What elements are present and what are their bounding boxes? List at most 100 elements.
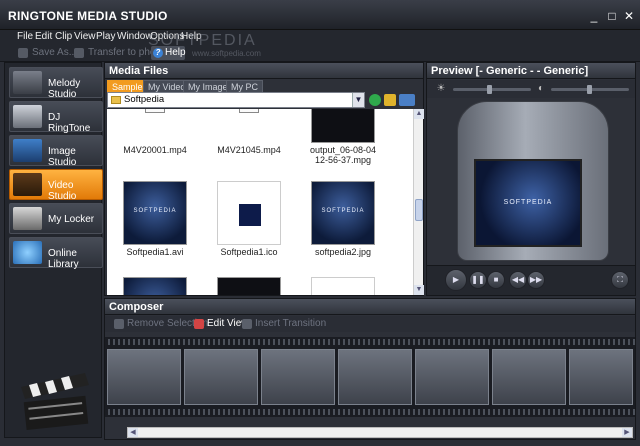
file-name: output_06-08-04 12-56-37.mpg (309, 145, 377, 165)
timeline-slot[interactable] (261, 349, 335, 405)
menu-clip[interactable]: Clip (55, 31, 72, 42)
sidebar-item-melody-studio[interactable]: Melody Studio (9, 67, 103, 100)
file-item[interactable] (303, 275, 383, 295)
clapperboard-icon (21, 373, 89, 431)
back-icon[interactable] (369, 94, 381, 106)
media-files-title: Media Files (105, 63, 423, 79)
menu-file[interactable]: File (17, 31, 33, 42)
screen-text: SOFTPEDIA (503, 199, 553, 206)
sidebar-item-label: My Locker (48, 214, 95, 225)
sidebar-item-label: Video Studio (48, 180, 77, 202)
timeline-slot[interactable] (184, 349, 258, 405)
stop-button[interactable]: ■ (487, 271, 505, 289)
folder-path-select[interactable]: Softpedia ▼ (107, 92, 365, 108)
timeline-slot[interactable] (107, 349, 181, 405)
pause-button[interactable]: ❚❚ (469, 271, 487, 289)
image-thumbnail: SOFTPEDIA (311, 181, 375, 245)
menu-view[interactable]: View (74, 31, 96, 42)
icon-thumbnail (217, 181, 281, 245)
file-item[interactable] (115, 275, 195, 295)
thumbnail-text: SOFTPEDIA (321, 208, 365, 214)
file-item[interactable]: M4V21045.mp4 (209, 109, 289, 179)
tab-my-pc[interactable]: My PC (226, 80, 263, 92)
image-thumbnail (311, 277, 375, 295)
turntable-icon (13, 105, 42, 128)
menu-bar: File Edit Clip View Play Window Options … (0, 30, 640, 44)
image-icon (13, 139, 42, 162)
insert-transition-button[interactable]: Insert Transition (241, 317, 326, 331)
globe-icon (13, 241, 42, 264)
sidebar: Melody Studio DJ RingTone Image Studio V… (4, 62, 103, 438)
video-file-icon (217, 109, 281, 143)
file-item[interactable]: M4V20001.mp4 (115, 109, 195, 179)
play-button[interactable]: ▶ (445, 269, 467, 291)
fullscreen-button[interactable]: ⛶ (611, 271, 629, 289)
chevron-down-icon[interactable]: ▼ (352, 93, 364, 107)
video-file-icon (123, 109, 187, 143)
file-item[interactable]: SOFTPEDIA Softpedia1.avi (115, 179, 195, 279)
timeline-slot[interactable] (338, 349, 412, 405)
folder-icon (111, 96, 121, 104)
file-item[interactable]: output_06-08-04 12-56-37.mpg (303, 109, 383, 179)
edit-view-icon (194, 319, 204, 329)
media-scrollbar[interactable]: ▲ ▼ (413, 109, 424, 295)
preview-adjustments: ☀ ◐ (427, 80, 635, 98)
sidebar-item-image-studio[interactable]: Image Studio (9, 135, 103, 168)
preview-title: Preview [- Generic - - Generic] (427, 63, 635, 79)
scroll-thumb[interactable] (415, 199, 423, 221)
media-tabs: Samples My Videos My Images My PC (105, 80, 423, 92)
timeline-slot[interactable] (569, 349, 633, 405)
file-item[interactable]: Softpedia1.ico (209, 179, 289, 279)
playback-controls: ▶ ❚❚ ■ ◀◀ ▶▶ ⛶ (427, 265, 635, 295)
media-file-grid: M4V20001.mp4 M4V21045.mp4 output_06-08-0… (107, 109, 413, 295)
save-as-button[interactable]: Save As... (18, 46, 77, 60)
composer-title: Composer (105, 299, 635, 315)
contrast-slider[interactable] (551, 85, 629, 94)
melody-icon (13, 71, 42, 94)
preview-panel: Preview [- Generic - - Generic] ☀ ◐ SOFT… (426, 62, 636, 296)
composer-panel: Composer Remove Selection Edit View Inse… (104, 298, 636, 440)
save-as-label: Save As... (32, 47, 78, 58)
transition-icon (242, 319, 252, 329)
file-name: M4V20001.mp4 (123, 145, 187, 155)
sidebar-item-label: Online Library (48, 248, 79, 270)
file-name: Softpedia1.avi (126, 247, 184, 257)
video-thumbnail: SOFTPEDIA (123, 181, 187, 245)
scroll-up-icon[interactable]: ▲ (414, 109, 424, 119)
close-button[interactable]: ✕ (621, 9, 637, 23)
sidebar-item-online-library[interactable]: Online Library (9, 237, 103, 270)
save-icon (18, 48, 28, 58)
phone-screen: SOFTPEDIA (474, 159, 582, 247)
video-thumbnail (217, 277, 281, 295)
thumbnail-text: SOFTPEDIA (133, 208, 177, 214)
brightness-icon: ☀ (436, 83, 446, 94)
scroll-left-icon[interactable]: ◀ (128, 428, 138, 437)
maximize-button[interactable]: □ (604, 9, 620, 23)
transfer-icon (74, 48, 84, 58)
menu-edit[interactable]: Edit (35, 31, 52, 42)
scroll-down-icon[interactable]: ▼ (414, 285, 424, 295)
scroll-right-icon[interactable]: ▶ (622, 428, 632, 437)
brightness-slider[interactable] (453, 85, 531, 94)
timeline-filmstrip[interactable] (105, 337, 635, 417)
sidebar-item-video-studio[interactable]: Video Studio (9, 169, 103, 202)
watermark: SOFTPEDIA (148, 32, 257, 49)
sidebar-item-my-locker[interactable]: My Locker (9, 203, 103, 234)
video-thumbnail (311, 109, 375, 143)
folder-up-icon[interactable] (384, 94, 396, 106)
sidebar-item-dj-ringtone[interactable]: DJ RingTone (9, 101, 103, 134)
timeline-slot[interactable] (492, 349, 566, 405)
menu-play[interactable]: Play (96, 31, 115, 42)
file-item[interactable]: SOFTPEDIA softpedia2.jpg (303, 179, 383, 279)
timeline-slot[interactable] (415, 349, 489, 405)
file-name: M4V21045.mp4 (217, 145, 281, 155)
file-item[interactable] (209, 275, 289, 295)
view-mode-icon[interactable] (399, 94, 415, 106)
previous-button[interactable]: ◀◀ (509, 271, 527, 289)
folder-path-value: Softpedia (124, 94, 165, 105)
next-button[interactable]: ▶▶ (527, 271, 545, 289)
timeline-scrollbar[interactable]: ◀ ▶ (127, 427, 633, 438)
minimize-button[interactable]: _ (586, 9, 602, 23)
file-name: Softpedia1.ico (220, 247, 278, 257)
main-toolbar: Save As... Transfer to phone ? Help (0, 44, 640, 62)
